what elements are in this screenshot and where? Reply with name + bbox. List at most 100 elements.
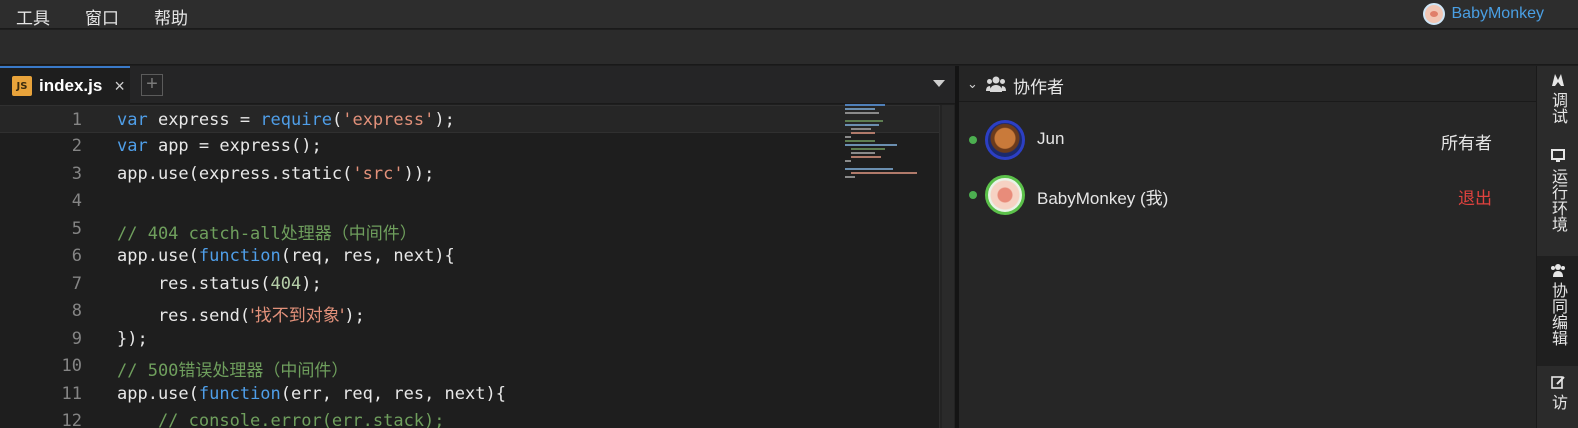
- tab-label: 协同编辑: [1549, 282, 1568, 346]
- code-text: app.use(express.static('src'));: [117, 164, 435, 184]
- user-avatar: [1422, 3, 1445, 25]
- minimap-line: [845, 160, 851, 162]
- minimap-line: [851, 152, 875, 154]
- terminal-icon: [1551, 149, 1565, 162]
- code-editor: JS index.js × + 1 var express = require(…: [0, 66, 955, 428]
- code-text: });: [117, 329, 148, 349]
- right-sidebar: 调试 运行环境 协同编辑 访: [1536, 66, 1578, 428]
- tab-label: 运行环境: [1549, 168, 1568, 232]
- user-name: BabyMonkey: [1451, 5, 1545, 22]
- tab-runtime[interactable]: 运行环境: [1537, 148, 1578, 232]
- code-line: 9 });: [0, 325, 940, 353]
- minimap[interactable]: [843, 102, 923, 192]
- collaborator-row[interactable]: Jun 所有者: [959, 112, 1536, 168]
- toolbar: [0, 30, 1578, 65]
- chevron-down-icon[interactable]: [933, 80, 945, 87]
- line-number: 3: [71, 164, 82, 184]
- minimap-line: [851, 132, 875, 134]
- chevron-down-icon[interactable]: ⌄: [967, 76, 978, 92]
- editor-tab-bar: JS index.js × +: [0, 66, 955, 104]
- code-line: 8 res.send('找不到对象');: [0, 297, 940, 326]
- code-line: 3 app.use(express.static('src'));: [0, 160, 940, 188]
- code-line: 10 // 500错误处理器（中间件）: [0, 352, 940, 381]
- minimap-line: [851, 156, 881, 158]
- close-icon[interactable]: ×: [114, 76, 125, 97]
- line-number: 2: [71, 136, 82, 156]
- code-text: // console.error(err.stack);: [117, 411, 445, 428]
- code-text: res.status(404);: [117, 274, 322, 294]
- code-line: 6 app.use(function(req, res, next){: [0, 242, 940, 270]
- tab-debug[interactable]: 调试: [1537, 72, 1578, 124]
- current-user[interactable]: BabyMonkey: [1422, 3, 1545, 25]
- line-number: 4: [71, 191, 82, 211]
- avatar: [985, 120, 1025, 160]
- line-number: 10: [61, 356, 82, 376]
- avatar: [985, 175, 1025, 215]
- collaborator-name: Jun: [1037, 129, 1065, 148]
- tab-label: 访: [1549, 394, 1568, 410]
- code-text: res.send('找不到对象');: [117, 306, 365, 326]
- menu-bar: 工具 窗口 帮助 BabyMonkey: [0, 0, 1578, 29]
- minimap-line: [845, 176, 855, 178]
- panel-header[interactable]: ⌄ 协作者: [959, 66, 1536, 102]
- line-number: 6: [71, 246, 82, 266]
- tab-label: 调试: [1549, 92, 1568, 124]
- line-number: 9: [71, 329, 82, 349]
- code-line: 2 var app = express();: [0, 132, 940, 160]
- code-line: 1 var express = require('express');: [0, 105, 940, 133]
- js-file-icon: JS: [12, 76, 32, 96]
- minimap-line: [851, 148, 885, 150]
- code-line: 4: [0, 187, 940, 215]
- minimap-line: [845, 120, 883, 122]
- people-icon: [986, 76, 1006, 92]
- online-status-icon: [969, 191, 977, 199]
- code-text: // 404 catch-all处理器（中间件）: [117, 224, 417, 244]
- debug-icon: [1552, 74, 1564, 86]
- code-line: 5 // 404 catch-all处理器（中间件）: [0, 215, 940, 244]
- collaborator-role: 所有者: [1441, 134, 1492, 153]
- menu-help[interactable]: 帮助: [154, 4, 188, 29]
- collaborator-name: BabyMonkey (我): [1037, 189, 1169, 208]
- tab-collab-edit[interactable]: 协同编辑: [1537, 256, 1578, 366]
- minimap-line: [845, 112, 879, 114]
- code-text: var express = require('express');: [117, 110, 455, 130]
- line-number: 7: [71, 274, 82, 294]
- line-number: 8: [71, 301, 82, 321]
- code-text: // 500错误处理器（中间件）: [117, 361, 349, 381]
- tab-label: index.js: [39, 76, 103, 95]
- minimap-line: [845, 168, 893, 170]
- minimap-line: [845, 144, 897, 146]
- online-status-icon: [969, 136, 977, 144]
- code-text: app.use(function(err, req, res, next){: [117, 384, 506, 404]
- menu-window[interactable]: 窗口: [85, 4, 119, 29]
- panel-title: 协作者: [1013, 78, 1064, 97]
- scroll-thumb[interactable]: [942, 105, 954, 428]
- collaborator-row[interactable]: BabyMonkey (我) 退出: [959, 167, 1536, 223]
- collaborators-panel: ⌄ 协作者 Jun 所有者 BabyMonkey (我) 退出: [959, 66, 1536, 428]
- code-line: 12 // console.error(err.stack);: [0, 407, 940, 428]
- minimap-line: [845, 108, 875, 110]
- code-area[interactable]: 1 var express = require('express'); 2 va…: [0, 105, 940, 428]
- menu-tools[interactable]: 工具: [16, 4, 50, 29]
- editor-scrollbar[interactable]: [939, 105, 955, 428]
- minimap-line: [845, 140, 875, 142]
- line-number: 11: [61, 384, 82, 404]
- minimap-line: [845, 136, 851, 138]
- minimap-line: [845, 124, 879, 126]
- tab-index-js[interactable]: JS index.js ×: [0, 66, 130, 104]
- code-text: app.use(function(req, res, next){: [117, 246, 455, 266]
- exit-button[interactable]: 退出: [1458, 184, 1492, 209]
- line-number: 1: [71, 110, 82, 130]
- people-icon: [1551, 264, 1565, 277]
- minimap-line: [851, 172, 917, 174]
- line-number: 12: [61, 411, 82, 428]
- edit-icon: [1551, 376, 1565, 389]
- line-number: 5: [71, 219, 82, 239]
- minimap-line: [851, 128, 871, 130]
- code-line: 7 res.status(404);: [0, 270, 940, 298]
- tab-visit[interactable]: 访: [1537, 374, 1578, 410]
- code-text: var app = express();: [117, 136, 322, 156]
- code-line: 11 app.use(function(err, req, res, next)…: [0, 380, 940, 408]
- add-tab-button[interactable]: +: [141, 74, 163, 96]
- minimap-line: [845, 104, 885, 106]
